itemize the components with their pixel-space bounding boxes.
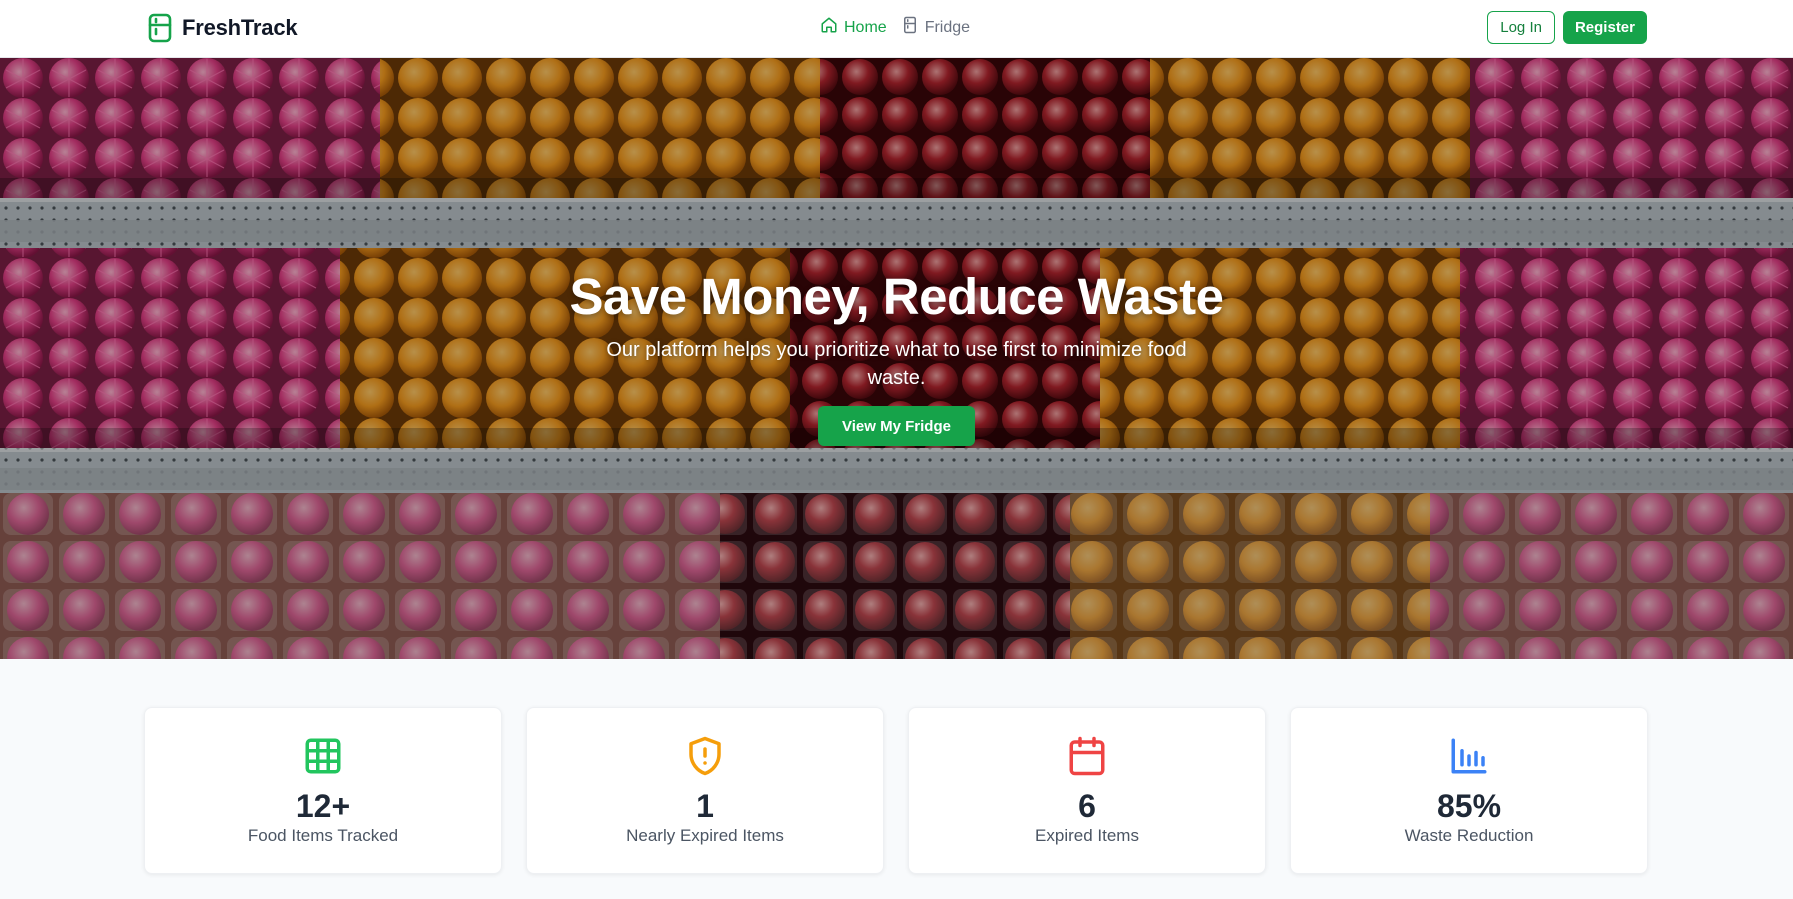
site-header: FreshTrack Home Fridge Log In Register <box>0 0 1793 58</box>
stat-card-waste-reduction: 85% Waste Reduction <box>1290 707 1648 874</box>
stat-label: Food Items Tracked <box>247 826 399 845</box>
stat-value: 1 <box>696 788 714 824</box>
stat-value: 12+ <box>295 788 351 824</box>
view-my-fridge-button[interactable]: View My Fridge <box>818 406 975 446</box>
register-button[interactable]: Register <box>1562 11 1647 44</box>
hero-subtitle: Our platform helps you prioritize what t… <box>606 339 1187 389</box>
stat-card-nearly-expired: 1 Nearly Expired Items <box>526 707 884 874</box>
stat-label: Expired Items <box>1035 826 1139 845</box>
stat-value: 6 <box>1078 788 1096 824</box>
nav-item-label: Home <box>844 18 887 36</box>
stat-label: Waste Reduction <box>1404 826 1534 845</box>
fridge-icon <box>901 16 919 39</box>
stat-label: Nearly Expired Items <box>626 826 784 845</box>
nav-item-label: Fridge <box>924 18 971 36</box>
bar-chart-icon <box>1447 734 1491 778</box>
login-button[interactable]: Log In <box>1487 11 1555 44</box>
brand-link[interactable]: FreshTrack <box>148 12 298 44</box>
hero-title: Save Money, Reduce Waste <box>569 268 1224 325</box>
nav-item-fridge[interactable]: Fridge <box>901 16 970 39</box>
main-nav: Home Fridge <box>820 16 970 39</box>
hero-content: Save Money, Reduce Waste Our platform he… <box>0 58 1793 659</box>
hero-section: Save Money, Reduce Waste Our platform he… <box>0 58 1793 659</box>
stat-value: 85% <box>1436 788 1502 824</box>
brand-name: FreshTrack <box>182 15 298 40</box>
shield-alert-icon <box>683 734 727 778</box>
home-icon <box>820 16 838 39</box>
nav-item-home[interactable]: Home <box>820 16 887 39</box>
stat-card-expired: 6 Expired Items <box>908 707 1266 874</box>
stats-section: 12+ Food Items Tracked 1 Nearly Expired … <box>144 707 1648 874</box>
calendar-icon <box>1065 734 1109 778</box>
fridge-icon <box>148 13 172 43</box>
grid-icon <box>301 734 345 778</box>
auth-buttons: Log In Register <box>1487 11 1647 44</box>
stat-card-food-items: 12+ Food Items Tracked <box>144 707 502 874</box>
